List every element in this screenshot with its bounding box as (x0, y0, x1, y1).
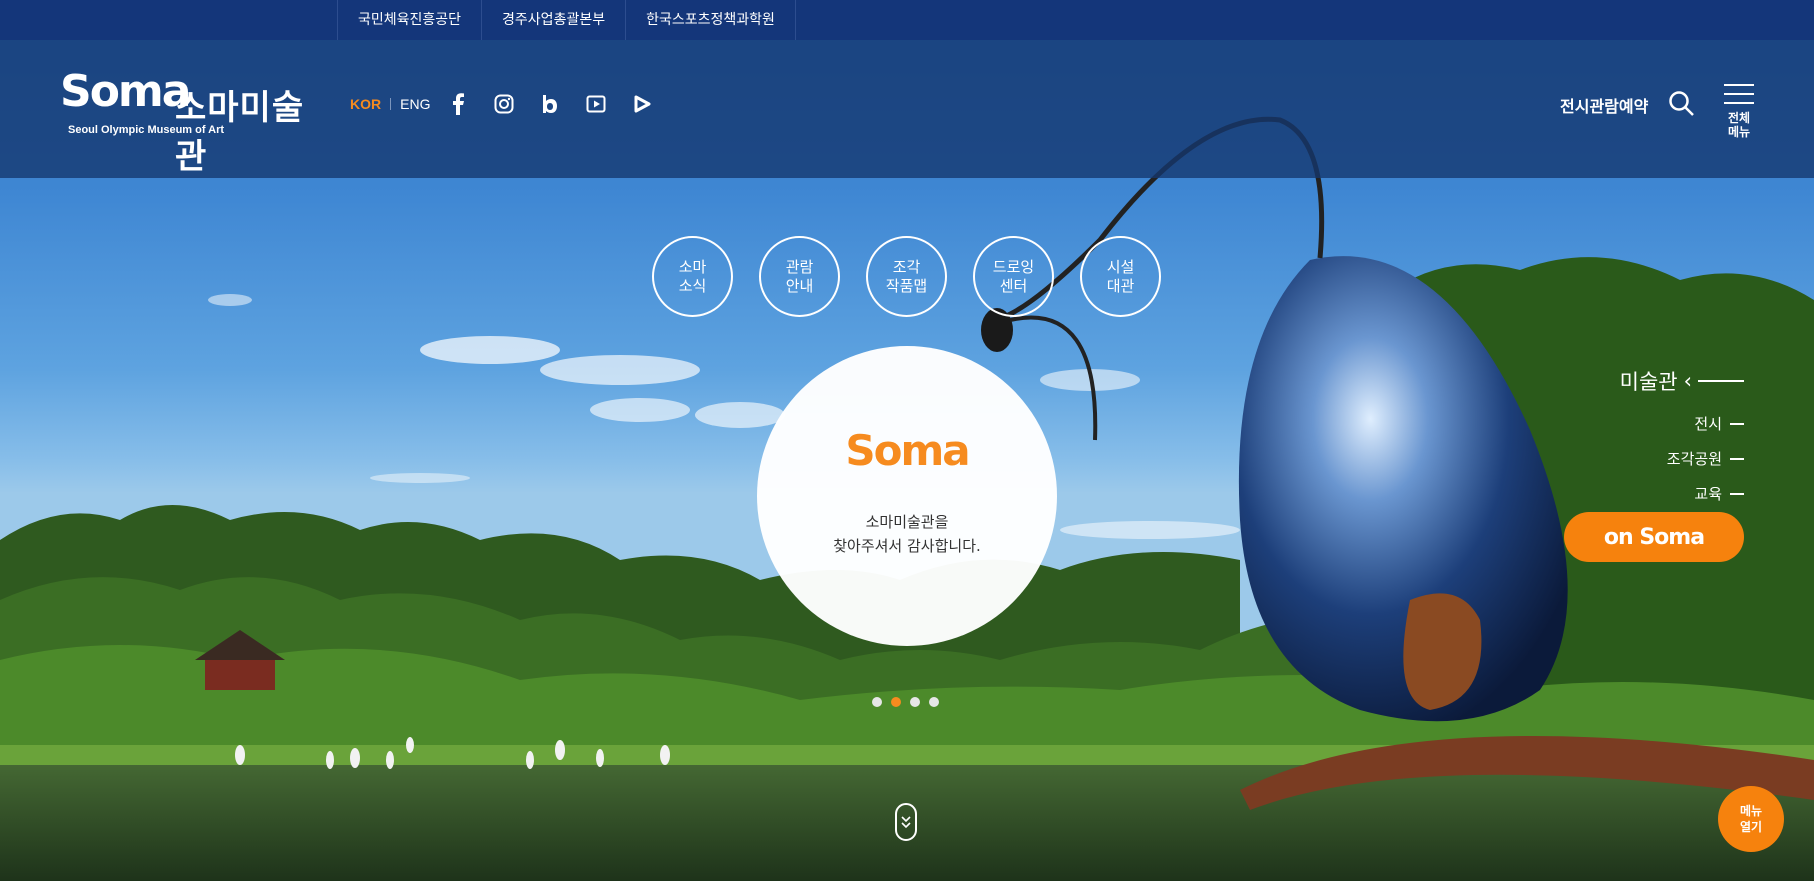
all-menu-label-2: 메뉴 (1727, 125, 1751, 139)
logo-subtitle: Seoul Olympic Museum of Art (68, 124, 225, 136)
chevron-left-icon: ‹ (1683, 369, 1692, 393)
welcome-message: 소마미술관을 찾아주셔서 감사합니다. (833, 513, 981, 555)
quick-nav-drawing-center[interactable]: 드로잉 센터 (973, 236, 1054, 317)
chevron-double-down-icon (901, 816, 911, 829)
side-nav-item-sculpture-park[interactable]: 조각공원 (1620, 441, 1744, 476)
lang-kor-link[interactable]: KOR (350, 96, 381, 112)
scroll-down-button[interactable] (895, 803, 917, 841)
exhibition-reservation-link[interactable]: 전시관람예약 (1560, 93, 1648, 117)
slider-dot-active[interactable] (891, 697, 901, 707)
affiliate-link-race[interactable]: 경주사업총괄본부 (482, 0, 627, 40)
lang-eng-link[interactable]: ENG (400, 96, 430, 112)
youtube-icon[interactable] (584, 92, 608, 116)
hamburger-icon (1724, 84, 1754, 86)
side-nav-item-education[interactable]: 교육 (1620, 476, 1744, 511)
affiliate-link-kisss[interactable]: 한국스포츠정책과학원 (626, 0, 796, 40)
facebook-icon[interactable] (446, 92, 470, 116)
lang-divider (390, 98, 392, 110)
quick-nav-visit-info[interactable]: 관람 안내 (759, 236, 840, 317)
all-menu-button[interactable]: 전체 메뉴 (1722, 84, 1756, 140)
side-nav-title[interactable]: 미술관 ‹ (1620, 366, 1744, 396)
logo-brand: Soma (60, 66, 191, 117)
language-switcher: KOR ENG (350, 96, 430, 112)
all-menu-label-1: 전체 (1727, 111, 1751, 125)
menu-open-button[interactable]: 메뉴 열기 (1718, 786, 1784, 852)
search-icon[interactable] (1668, 90, 1696, 118)
side-nav-item-exhibition[interactable]: 전시 (1620, 406, 1744, 441)
instagram-icon[interactable] (492, 92, 516, 116)
on-soma-button[interactable]: on Soma (1564, 512, 1744, 562)
slider-dot[interactable] (872, 697, 882, 707)
top-utility-bar: 국민체육진흥공단 경주사업총괄본부 한국스포츠정책과학원 (0, 0, 1814, 40)
quick-nav-sculpture-map[interactable]: 조각 작품맵 (866, 236, 947, 317)
site-logo[interactable]: Soma 소마미술관 Seoul Olympic Museum of Art (60, 66, 310, 177)
slider-pagination (872, 697, 939, 707)
quick-nav-facility-rental[interactable]: 시설 대관 (1080, 236, 1161, 317)
quick-nav: 소마 소식 관람 안내 조각 작품맵 드로잉 센터 시설 대관 (652, 236, 1161, 317)
social-links (446, 92, 654, 116)
quick-nav-soma-news[interactable]: 소마 소식 (652, 236, 733, 317)
welcome-circle: Soma 소마미술관을 찾아주셔서 감사합니다. (757, 346, 1057, 646)
play-icon[interactable] (630, 92, 654, 116)
affiliate-link-kspo[interactable]: 국민체육진흥공단 (338, 0, 483, 40)
side-section-nav: 미술관 ‹ 전시 조각공원 교육 (1620, 366, 1744, 511)
slider-dot[interactable] (910, 697, 920, 707)
blog-icon[interactable] (538, 92, 562, 116)
welcome-logo: Soma (845, 426, 970, 475)
site-header: Soma 소마미술관 Seoul Olympic Museum of Art K… (0, 40, 1814, 178)
slider-dot[interactable] (929, 697, 939, 707)
affiliate-links: 국민체육진흥공단 경주사업총괄본부 한국스포츠정책과학원 (337, 0, 796, 40)
